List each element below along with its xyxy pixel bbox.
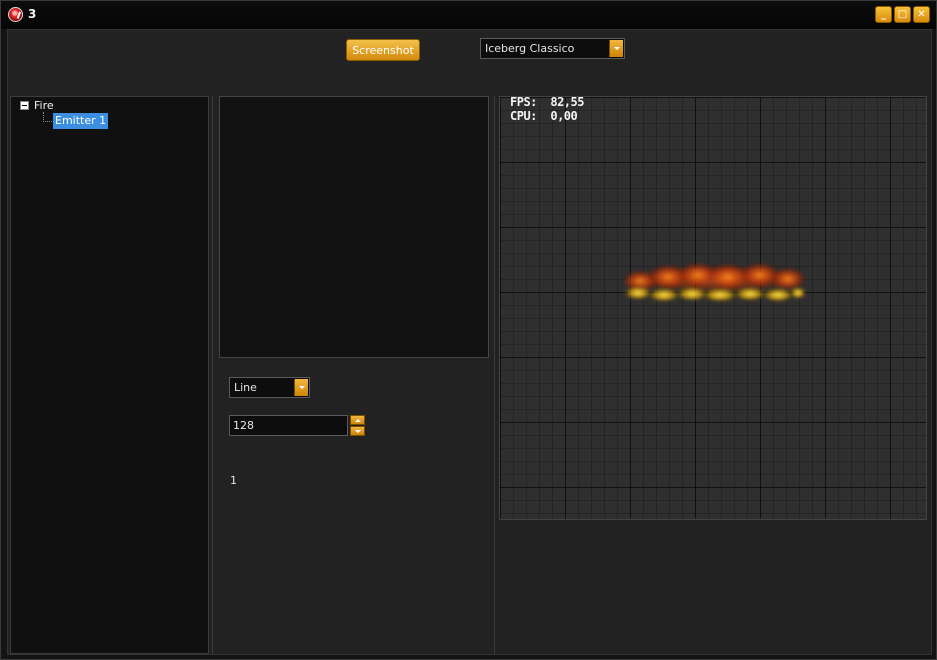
texture-preview <box>219 96 489 358</box>
client-area: Screenshot Iceberg Classico Fire Emitter… <box>7 29 932 655</box>
particle-count-value: 128 <box>233 419 254 432</box>
fps-value: 82,55 <box>550 96 584 109</box>
maximize-button[interactable]: □ <box>894 6 911 23</box>
render-viewport[interactable]: FPS: 82,55 CPU: 0,00 <box>499 96 927 520</box>
panel-splitter[interactable] <box>494 96 495 654</box>
panel-splitter[interactable] <box>212 96 213 654</box>
arrow-up-icon[interactable] <box>350 415 365 425</box>
chevron-down-icon[interactable] <box>609 40 623 57</box>
fps-label: FPS: <box>510 96 537 109</box>
tree-connector <box>43 121 52 122</box>
app-logo-icon <box>8 7 23 22</box>
tree-item-fire[interactable]: Fire <box>34 99 54 112</box>
skin-select-value: Iceberg Classico <box>485 42 575 55</box>
cpu-value: 0,00 <box>550 109 578 123</box>
maximize-icon: □ <box>897 8 908 20</box>
close-icon: ✕ <box>917 8 926 20</box>
window-title: 3 <box>28 7 37 21</box>
cpu-label: CPU: <box>510 109 537 123</box>
tree-item-emitter-1[interactable]: Emitter 1 <box>53 113 109 129</box>
shape-select-value: Line <box>234 381 257 394</box>
stats-overlay: FPS: 82,55 CPU: 0,00 <box>510 96 584 123</box>
shape-select[interactable]: Line <box>229 377 310 398</box>
app-window: 3 _ □ ✕ Screenshot Iceberg Classico Fire… <box>0 0 937 660</box>
minimize-button[interactable]: _ <box>875 6 892 23</box>
emitter-tree: Fire Emitter 1 <box>10 96 209 654</box>
cpu-row: CPU: 0,00 <box>510 109 584 123</box>
fps-row: FPS: 82,55 <box>510 96 584 109</box>
particle-count-input[interactable]: 128 <box>229 415 348 436</box>
title-bar[interactable]: 3 _ □ ✕ <box>1 1 936 29</box>
screenshot-button[interactable]: Screenshot <box>346 39 420 61</box>
arrow-down-icon[interactable] <box>350 426 365 436</box>
value-label: 1 <box>230 474 237 487</box>
minimize-icon: _ <box>881 8 886 20</box>
close-button[interactable]: ✕ <box>913 6 930 23</box>
chevron-down-icon[interactable] <box>294 379 308 396</box>
collapse-minus-icon[interactable] <box>20 101 29 110</box>
fire-particles <box>622 262 807 302</box>
skin-select[interactable]: Iceberg Classico <box>480 38 625 59</box>
